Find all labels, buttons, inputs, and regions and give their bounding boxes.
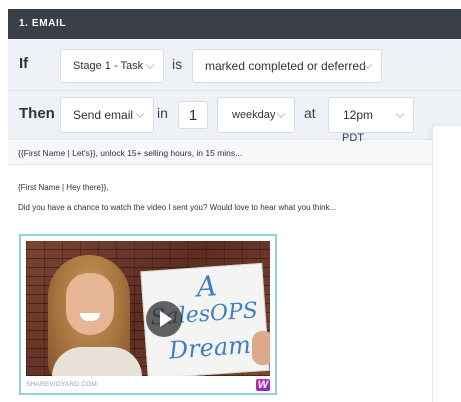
email-subject-text: {{First Name | Let's}}, unlock 15+ selli… — [18, 148, 243, 158]
presenter-figure — [48, 255, 142, 376]
vidyard-logo-icon: W — [256, 379, 270, 391]
presenter-hand — [252, 331, 270, 365]
delay-input[interactable]: 1 — [178, 101, 208, 129]
action-select-value: Send email — [73, 108, 134, 122]
board-text-line3: Dream! — [167, 330, 262, 365]
chevron-down-icon — [276, 109, 286, 119]
stage-select[interactable]: Stage 1 - Task — [60, 49, 164, 83]
presenter-shoulders — [52, 347, 142, 376]
if-condition-row: If Stage 1 - Task is marked completed or… — [8, 39, 461, 91]
delay-unit-value: weekday — [232, 109, 276, 121]
is-label: is — [172, 56, 183, 72]
time-select[interactable]: 12pm — [328, 97, 414, 133]
chevron-down-icon — [145, 60, 155, 70]
at-label: at — [304, 105, 316, 121]
timezone-label: PDT — [342, 132, 364, 144]
video-card[interactable]: A SalesOPS Dream! SHAREVIDYARD.COM W — [19, 234, 277, 395]
then-keyword: Then — [19, 105, 55, 122]
email-greeting: {First Name | Hey there}}, — [18, 183, 109, 192]
play-icon[interactable] — [146, 301, 182, 337]
action-select[interactable]: Send email — [60, 97, 154, 133]
in-label: in — [157, 105, 168, 121]
step-header: 1. EMAIL — [8, 9, 461, 39]
then-action-row: Then Send email in 1 weekday at 12pm — [8, 91, 461, 140]
email-message: Did you have a chance to watch the video… — [18, 203, 337, 212]
video-card-footer: SHAREVIDYARD.COM W — [26, 378, 270, 392]
board-text-line1: A — [195, 269, 218, 304]
status-select[interactable]: marked completed or deferred — [192, 49, 382, 83]
presenter-face — [66, 273, 114, 335]
overlay-panel — [432, 125, 461, 402]
video-source-label: SHAREVIDYARD.COM — [26, 381, 97, 388]
chevron-down-icon — [135, 109, 145, 119]
status-select-value: marked completed or deferred — [205, 59, 366, 73]
if-keyword: If — [19, 55, 29, 72]
email-subject[interactable]: {{First Name | Let's}}, unlock 15+ selli… — [8, 141, 432, 165]
delay-unit-select[interactable]: weekday — [217, 97, 295, 133]
step-title: 1. EMAIL — [19, 18, 67, 29]
video-thumbnail[interactable]: A SalesOPS Dream! — [26, 241, 270, 376]
chevron-down-icon — [395, 109, 405, 119]
time-select-value: 12pm — [343, 108, 374, 122]
stage-select-value: Stage 1 - Task — [73, 60, 144, 72]
